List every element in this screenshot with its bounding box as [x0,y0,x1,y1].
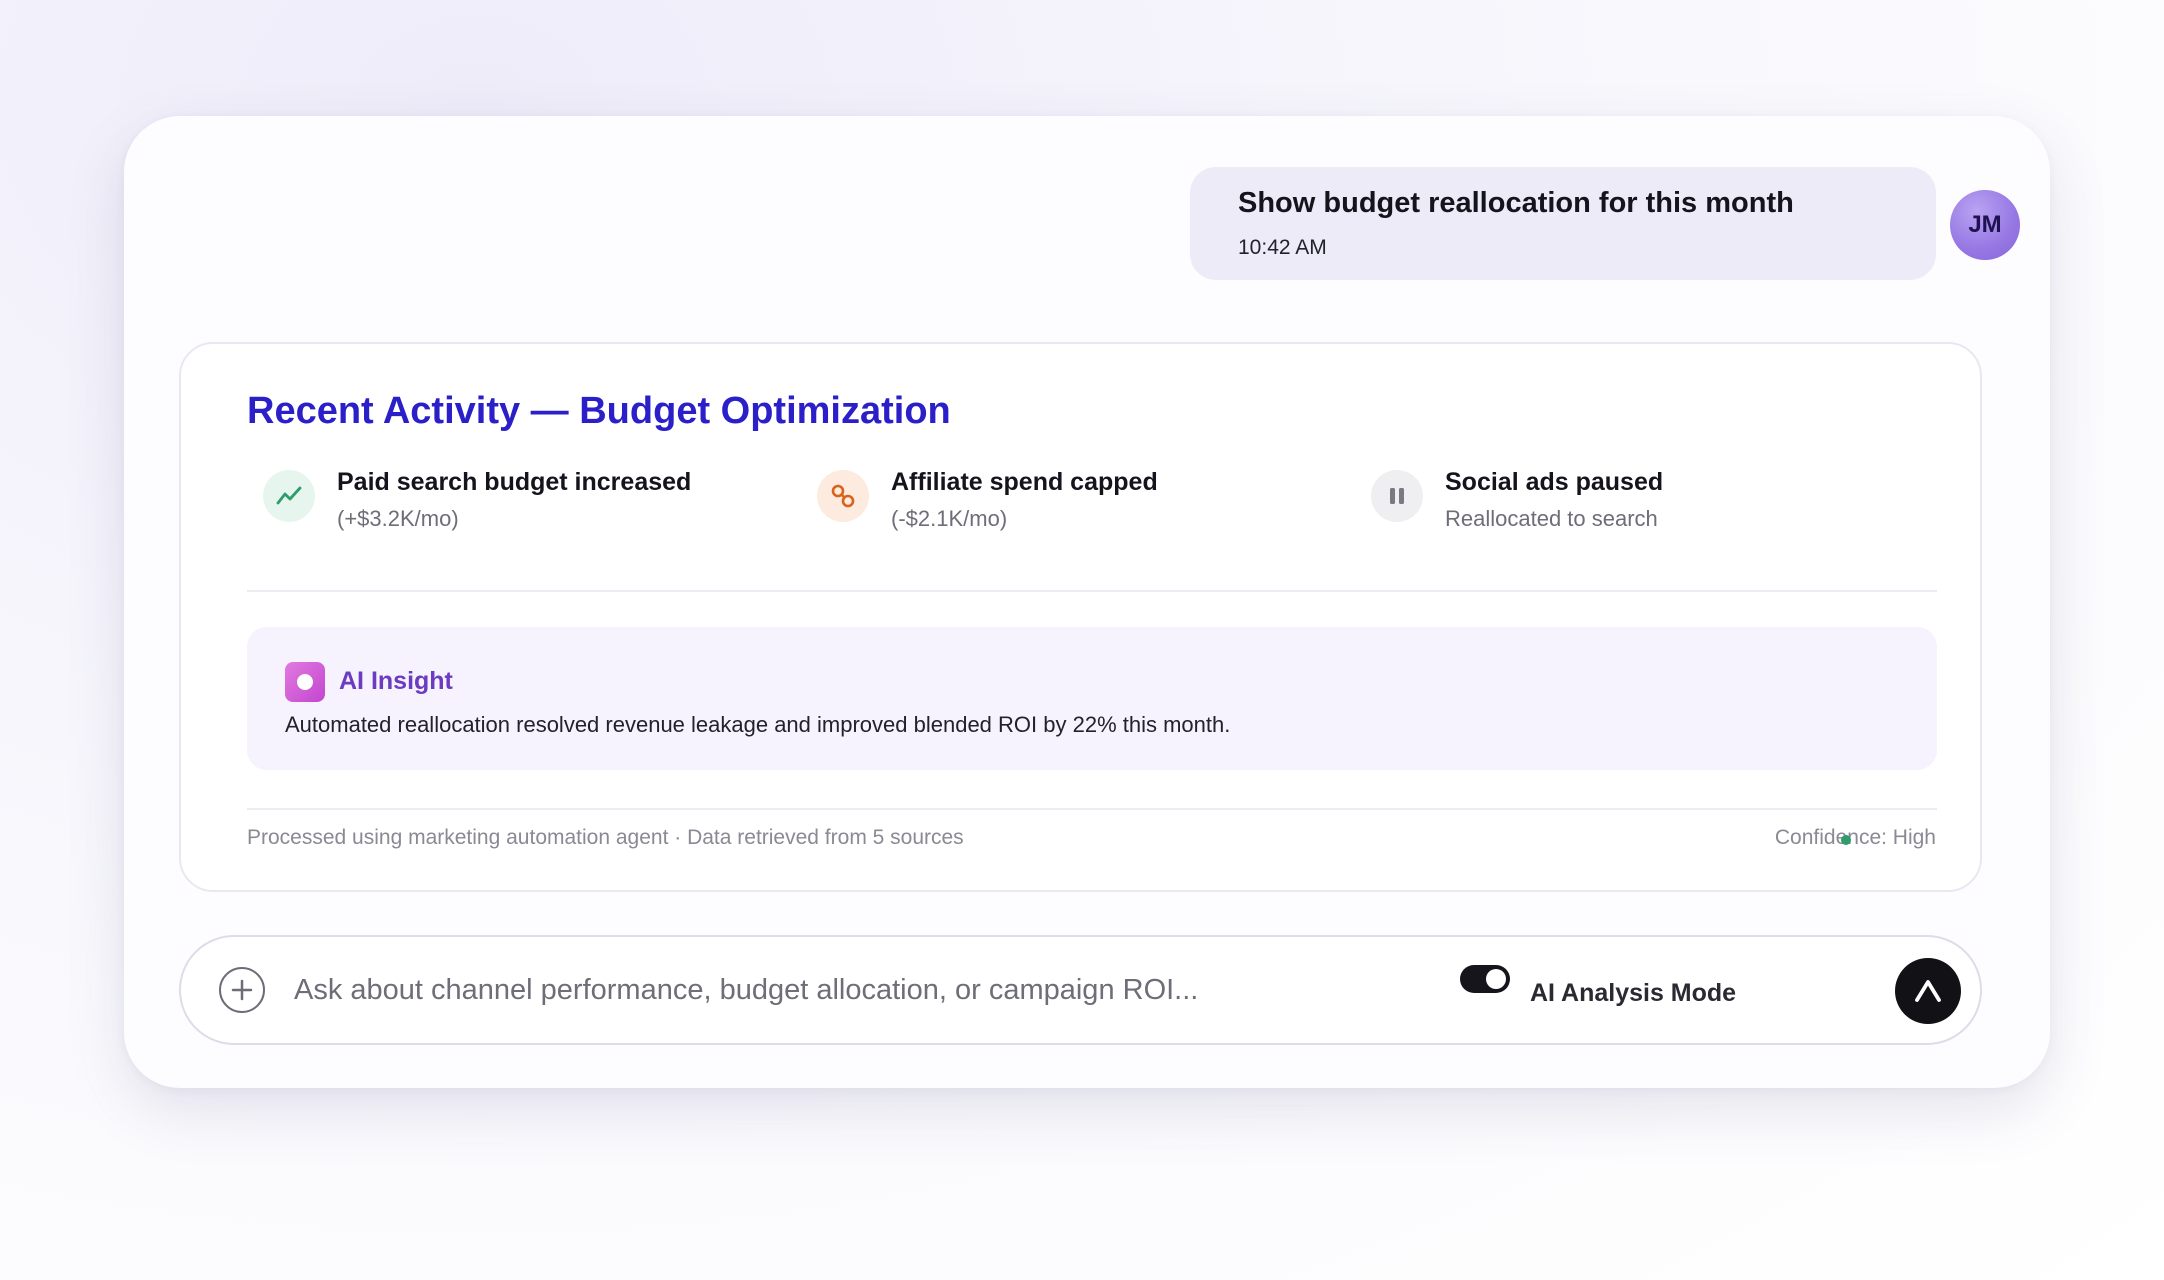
footer-divider [247,808,1937,810]
avatar-initials: JM [1968,211,2002,238]
activity-title: Paid search budget increased [337,468,692,496]
confidence-status-dot [1841,835,1851,845]
toggle-knob [1486,969,1506,989]
insight-text: Automated reallocation resolved revenue … [285,712,1231,737]
activity-item-paid-search: Paid search budget increased (+$3.2K/mo) [263,468,783,550]
activity-item-affiliate: Affiliate spend capped (-$2.1K/mo) [817,468,1337,550]
trend-up-icon [263,470,315,522]
activity-title: Affiliate spend capped [891,468,1158,496]
send-button[interactable] [1895,958,1961,1024]
link-icon [817,470,869,522]
activity-item-social: Social ads paused Reallocated to search [1371,468,1891,550]
arrow-up-icon [1915,980,1941,1002]
card-title: Recent Activity — Budget Optimization [247,390,951,432]
chat-input-bar: AI Analysis Mode [179,935,1982,1045]
sparkle-icon [285,662,325,702]
user-message-text: Show budget reallocation for this month [1238,187,1794,219]
add-attachment-button[interactable] [219,967,265,1013]
activity-detail: (-$2.1K/mo) [891,506,1008,531]
section-divider [247,590,1937,592]
user-avatar[interactable]: JM [1950,190,2020,260]
activity-card: Recent Activity — Budget Optimization Pa… [179,342,1982,892]
plus-icon [231,979,253,1001]
ai-insight-box: AI Insight Automated reallocation resolv… [247,627,1937,770]
message-timestamp: 10:42 AM [1238,236,1327,259]
user-message-bubble: Show budget reallocation for this month … [1190,167,1936,280]
activity-title: Social ads paused [1445,468,1664,496]
activity-detail: Reallocated to search [1445,506,1658,531]
processing-note: Processed using marketing automation age… [247,826,964,849]
confidence-label: Confidence: High [1774,826,1936,849]
ai-analysis-mode-label: AI Analysis Mode [1530,979,1737,1007]
insight-label: AI Insight [339,667,453,695]
activity-detail: (+$3.2K/mo) [337,506,459,531]
pause-icon [1371,470,1423,522]
ai-analysis-mode-toggle[interactable] [1460,965,1510,993]
chat-input[interactable] [294,963,1394,1017]
